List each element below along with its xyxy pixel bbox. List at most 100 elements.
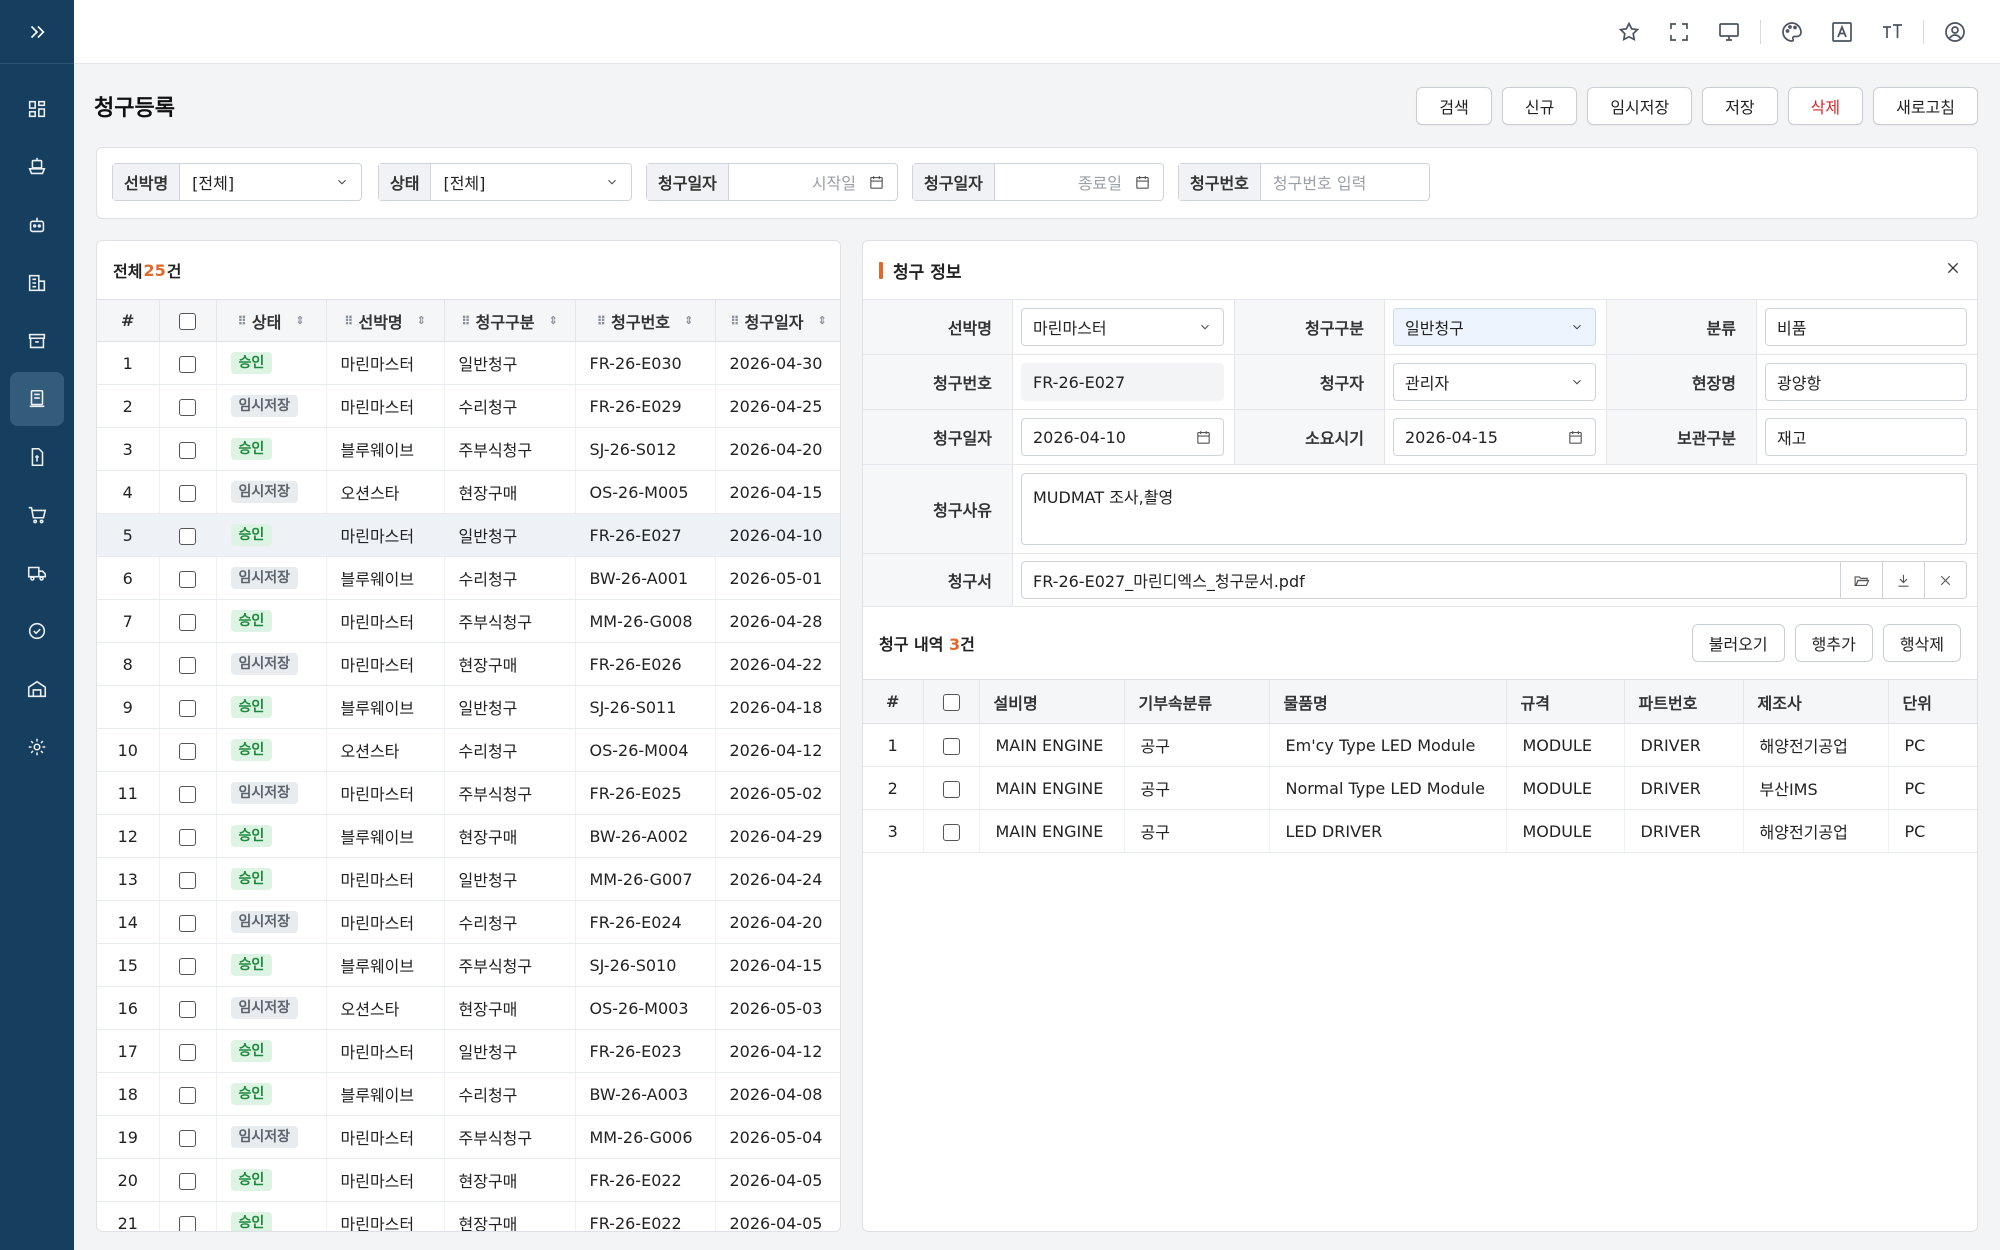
vessel-filter[interactable]: 선박명 [전체]: [112, 163, 362, 201]
sort-icon[interactable]: ⇕: [417, 315, 426, 326]
row-checkbox[interactable]: [179, 527, 196, 545]
sidebar-item-request[interactable]: [10, 372, 64, 426]
delete-row-button[interactable]: 행삭제: [1882, 624, 1961, 662]
item-checkbox-cell[interactable]: [923, 766, 980, 810]
due-date-field[interactable]: 2026-04-15: [1393, 418, 1596, 456]
drag-handle-icon[interactable]: ⠿: [597, 314, 606, 328]
storage-field[interactable]: 재고: [1765, 418, 1967, 456]
user-button[interactable]: [1930, 12, 1980, 52]
row-checkbox[interactable]: [179, 1172, 196, 1190]
table-row[interactable]: 16 임시저장 오션스타 현장구매 OS-26-M003 2026-05-03: [97, 986, 840, 1030]
table-row[interactable]: 11 임시저장 마린마스터 주부식청구 FR-26-E025 2026-05-02: [97, 771, 840, 815]
row-checkbox[interactable]: [179, 957, 196, 975]
row-checkbox-cell[interactable]: [159, 685, 217, 729]
table-row[interactable]: 15 승인 블루웨이브 주부식청구 SJ-26-S010 2026-04-15: [97, 943, 840, 987]
table-row[interactable]: 12 승인 블루웨이브 현장구매 BW-26-A002 2026-04-29: [97, 814, 840, 858]
col-select-all[interactable]: [159, 299, 217, 342]
requester-select[interactable]: 관리자: [1393, 363, 1596, 401]
monitor-button[interactable]: [1704, 12, 1754, 52]
row-checkbox[interactable]: [179, 871, 196, 889]
req-type-select[interactable]: 일반청구: [1393, 308, 1596, 346]
req-no-filter[interactable]: 청구번호 청구번호 입력: [1178, 163, 1430, 201]
row-checkbox[interactable]: [179, 613, 196, 631]
row-checkbox-cell[interactable]: [159, 341, 217, 385]
col-req-no[interactable]: ⠿ 청구번호 ⇕: [575, 299, 716, 342]
row-checkbox-cell[interactable]: [159, 470, 217, 514]
row-checkbox[interactable]: [179, 1043, 196, 1061]
items-col-select-all[interactable]: [923, 679, 980, 724]
calendar-icon[interactable]: [1195, 429, 1212, 446]
col-vessel[interactable]: ⠿ 선박명 ⇕: [326, 299, 445, 342]
table-row[interactable]: 3 승인 블루웨이브 주부식청구 SJ-26-S012 2026-04-20: [97, 427, 840, 471]
col-date[interactable]: ⠿ 청구일자 ⇕: [715, 299, 840, 342]
req-date-field[interactable]: 2026-04-10: [1021, 418, 1224, 456]
table-row[interactable]: 14 임시저장 마린마스터 수리청구 FR-26-E024 2026-04-20: [97, 900, 840, 944]
status-filter[interactable]: 상태 [전체]: [378, 163, 632, 201]
sidebar-item-warehouse[interactable]: [10, 662, 64, 716]
row-checkbox-cell[interactable]: [159, 986, 217, 1030]
favorite-button[interactable]: [1604, 12, 1654, 52]
calendar-icon[interactable]: [1567, 429, 1584, 446]
row-checkbox[interactable]: [179, 1000, 196, 1018]
table-row[interactable]: 8 임시저장 마린마스터 현장구매 FR-26-E026 2026-04-22: [97, 642, 840, 686]
date-from-input[interactable]: 시작일: [729, 164, 897, 200]
row-checkbox[interactable]: [179, 785, 196, 803]
row-checkbox-cell[interactable]: [159, 943, 217, 987]
search-button[interactable]: 검색: [1416, 87, 1492, 125]
row-checkbox[interactable]: [179, 484, 196, 502]
sidebar-item-document[interactable]: [10, 430, 64, 484]
table-row[interactable]: 4 임시저장 오션스타 현장구매 OS-26-M005 2026-04-15: [97, 470, 840, 514]
table-row[interactable]: 9 승인 블루웨이브 일반청구 SJ-26-S011 2026-04-18: [97, 685, 840, 729]
save-button[interactable]: 저장: [1702, 87, 1778, 125]
font-button[interactable]: [1817, 12, 1867, 52]
row-checkbox-cell[interactable]: [159, 513, 217, 557]
drag-handle-icon[interactable]: ⠿: [344, 314, 353, 328]
sidebar-item-robot[interactable]: [10, 198, 64, 252]
sidebar-toggle[interactable]: [0, 0, 74, 64]
row-checkbox-cell[interactable]: [159, 1029, 217, 1073]
doc-file-field[interactable]: FR-26-E027_마린디엑스_청구문서.pdf: [1021, 561, 1967, 599]
date-from-filter[interactable]: 청구일자 시작일: [646, 163, 898, 201]
items-row[interactable]: 2 MAIN ENGINE 공구 Normal Type LED Module MODU…: [863, 766, 1977, 810]
row-checkbox-cell[interactable]: [159, 599, 217, 643]
delete-button[interactable]: 삭제: [1787, 87, 1864, 125]
items-row[interactable]: 1 MAIN ENGINE 공구 Em'cy Type LED Module MODUL…: [863, 723, 1977, 767]
item-checkbox-cell[interactable]: [923, 723, 980, 767]
row-checkbox[interactable]: [179, 398, 196, 416]
table-row[interactable]: 18 승인 블루웨이브 수리청구 BW-26-A003 2026-04-08: [97, 1072, 840, 1116]
row-checkbox[interactable]: [179, 656, 196, 674]
remove-file-button[interactable]: [1924, 562, 1966, 598]
load-button[interactable]: 불러오기: [1691, 624, 1785, 662]
calendar-icon[interactable]: [1134, 174, 1151, 191]
expand-icon[interactable]: [26, 21, 48, 43]
sidebar-item-ship[interactable]: [10, 140, 64, 194]
sidebar-item-truck[interactable]: [10, 546, 64, 600]
sort-icon[interactable]: ⇕: [818, 315, 827, 326]
row-checkbox-cell[interactable]: [159, 771, 217, 815]
status-filter-select[interactable]: [전체]: [431, 164, 631, 200]
row-checkbox-cell[interactable]: [159, 728, 217, 772]
row-checkbox[interactable]: [179, 699, 196, 717]
vessel-filter-select[interactable]: [전체]: [180, 164, 361, 200]
download-file-button[interactable]: [1882, 562, 1924, 598]
row-checkbox-cell[interactable]: [159, 857, 217, 901]
open-file-button[interactable]: [1840, 562, 1882, 598]
row-checkbox-cell[interactable]: [159, 642, 217, 686]
table-row[interactable]: 5 승인 마린마스터 일반청구 FR-26-E027 2026-04-10: [97, 513, 840, 557]
table-row[interactable]: 7 승인 마린마스터 주부식청구 MM-26-G008 2026-04-28: [97, 599, 840, 643]
items-select-all-checkbox[interactable]: [942, 694, 960, 711]
row-checkbox[interactable]: [179, 1086, 196, 1104]
row-checkbox[interactable]: [179, 1129, 196, 1147]
row-checkbox[interactable]: [179, 355, 196, 373]
sort-icon[interactable]: ⇕: [295, 315, 304, 326]
date-to-filter[interactable]: 청구일자 종료일: [912, 163, 1164, 201]
row-checkbox[interactable]: [179, 441, 196, 459]
table-row[interactable]: 20 승인 마린마스터 현장구매 FR-26-E022 2026-04-05: [97, 1158, 840, 1202]
table-row[interactable]: 19 임시저장 마린마스터 주부식청구 MM-26-G006 2026-05-04: [97, 1115, 840, 1159]
sidebar-item-settings[interactable]: [10, 720, 64, 774]
row-checkbox-cell[interactable]: [159, 1201, 217, 1231]
row-checkbox-cell[interactable]: [159, 814, 217, 858]
col-type[interactable]: ⠿ 청구구분 ⇕: [444, 299, 576, 342]
table-row[interactable]: 1 승인 마린마스터 일반청구 FR-26-E030 2026-04-30: [97, 341, 840, 385]
sort-icon[interactable]: ⇕: [684, 315, 693, 326]
